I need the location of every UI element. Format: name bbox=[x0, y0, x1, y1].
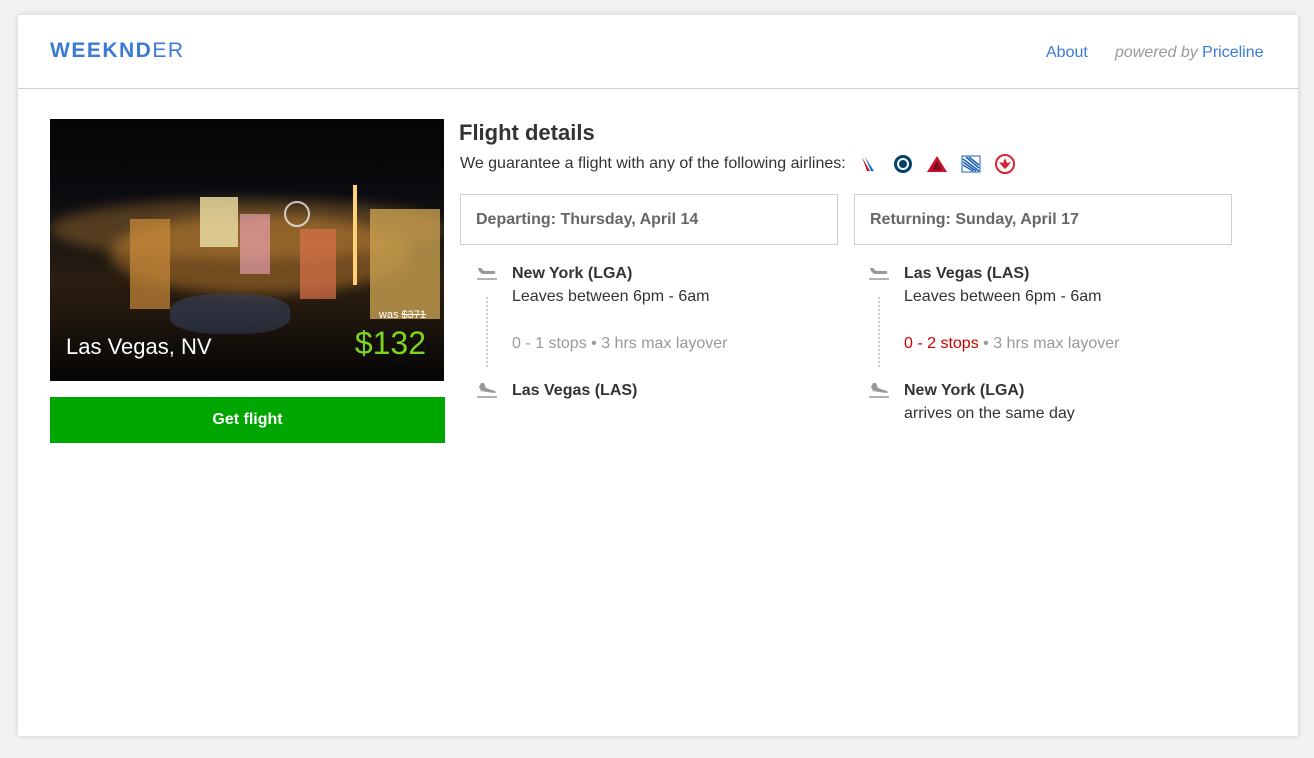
departing-date-header: Departing: Thursday, April 14 bbox=[460, 194, 838, 245]
was-label: was bbox=[378, 309, 399, 321]
route-dotted-line bbox=[878, 297, 880, 367]
destination-city: Las Vegas, NV bbox=[66, 334, 212, 359]
returning-layover: • 3 hrs max layover bbox=[978, 335, 1120, 352]
powered-by-prefix: powered by bbox=[1115, 44, 1198, 61]
returning-destination: New York (LGA) bbox=[904, 382, 1025, 399]
get-flight-button[interactable]: Get flight bbox=[50, 397, 445, 443]
returning-date-header: Returning: Sunday, April 17 bbox=[854, 194, 1232, 245]
weeknder-logo[interactable]: WEEKNDER bbox=[50, 39, 185, 63]
returning-arrival-note: arrives on the same day bbox=[904, 405, 1075, 422]
main-card: WEEKNDER About powered by Priceline Las … bbox=[18, 15, 1298, 736]
departing-leg: New York (LGA) Leaves between 6pm - 6am … bbox=[476, 265, 836, 435]
logo-bold-text: WEEKND bbox=[50, 39, 153, 62]
united-icon bbox=[960, 153, 982, 175]
about-link[interactable]: About bbox=[1046, 44, 1088, 62]
american-airlines-icon bbox=[858, 153, 880, 175]
priceline-link[interactable]: Priceline bbox=[1202, 44, 1263, 61]
route-dotted-line bbox=[486, 297, 488, 367]
returning-leg: Las Vegas (LAS) Leaves between 6pm - 6am… bbox=[868, 265, 1228, 435]
was-price-value: $371 bbox=[401, 309, 426, 321]
top-header: WEEKNDER About powered by Priceline bbox=[18, 15, 1298, 89]
delta-icon bbox=[926, 153, 948, 175]
airline-logos bbox=[858, 153, 1016, 175]
takeoff-icon bbox=[476, 265, 498, 281]
returning-origin: Las Vegas (LAS) bbox=[904, 265, 1030, 282]
departing-origin: New York (LGA) bbox=[512, 265, 633, 282]
alaska-airlines-icon bbox=[892, 153, 914, 175]
flight-details-title: Flight details bbox=[459, 120, 595, 145]
destination-photo: Las Vegas, NV was $371 $132 bbox=[50, 119, 444, 381]
departing-stops-info: 0 - 1 stops • 3 hrs max layover bbox=[512, 335, 727, 353]
powered-by: powered by Priceline bbox=[1115, 44, 1264, 62]
takeoff-icon bbox=[868, 265, 890, 281]
departing-layover: • 3 hrs max layover bbox=[586, 335, 728, 352]
landing-icon bbox=[476, 382, 498, 398]
departing-leave-window: Leaves between 6pm - 6am bbox=[512, 288, 710, 305]
landing-icon bbox=[868, 382, 890, 398]
deal-price: $132 bbox=[354, 325, 426, 361]
departing-stops: 0 - 1 stops bbox=[512, 335, 587, 352]
original-price: was $371 bbox=[379, 309, 426, 321]
airline-guarantee-text: We guarantee a flight with any of the fo… bbox=[460, 155, 846, 172]
returning-stops-info: 0 - 2 stops • 3 hrs max layover bbox=[904, 335, 1119, 353]
logo-light-text: ER bbox=[152, 39, 185, 62]
returning-stops: 0 - 2 stops bbox=[904, 335, 979, 352]
air-canada-icon bbox=[994, 153, 1016, 175]
departing-destination: Las Vegas (LAS) bbox=[512, 382, 638, 399]
returning-leave-window: Leaves between 6pm - 6am bbox=[904, 288, 1102, 305]
